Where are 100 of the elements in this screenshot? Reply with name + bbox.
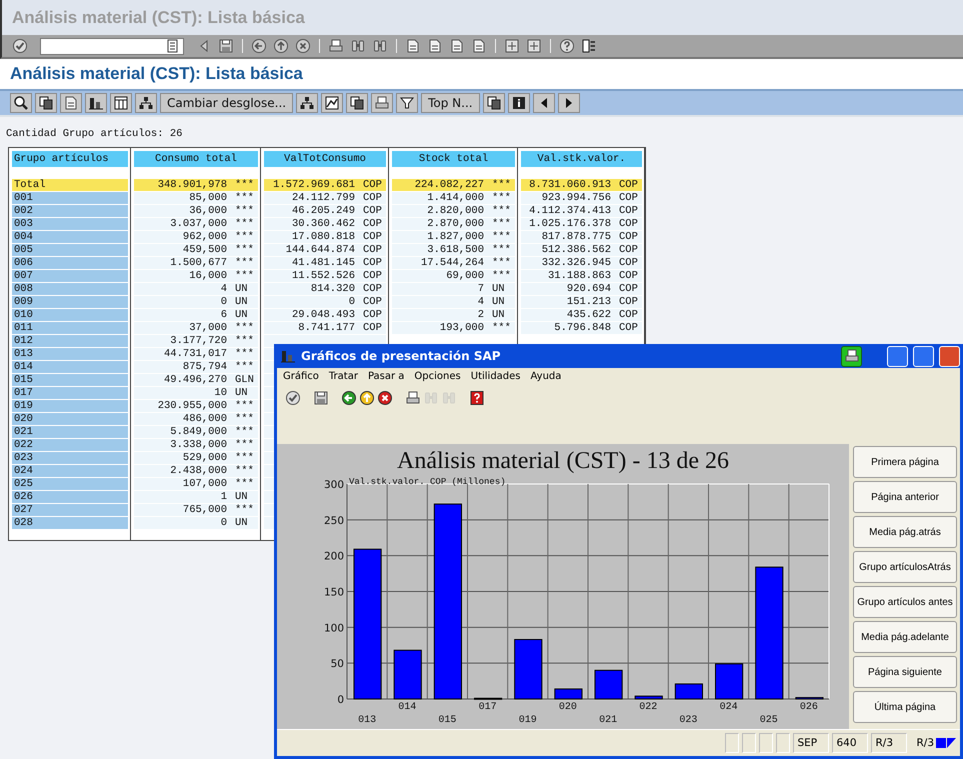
total-label: Total bbox=[12, 179, 128, 192]
help-icon[interactable] bbox=[469, 390, 485, 406]
copy-icon bbox=[38, 95, 54, 111]
column-header[interactable]: Val.stk.valor. bbox=[521, 151, 642, 167]
nav-button[interactable]: Grupo artículos antes bbox=[853, 586, 957, 618]
menu-item[interactable]: Gráfico bbox=[283, 371, 319, 383]
nav-button[interactable]: Primera página bbox=[853, 446, 957, 478]
y-tick-label: 50 bbox=[330, 658, 344, 670]
up-icon[interactable] bbox=[359, 390, 375, 406]
magnifier-icon bbox=[13, 95, 29, 111]
minimize-button[interactable] bbox=[887, 346, 908, 366]
back-icon[interactable] bbox=[341, 390, 357, 406]
save-icon[interactable] bbox=[313, 390, 329, 406]
next-page-icon[interactable] bbox=[449, 38, 465, 54]
toolbar-button[interactable] bbox=[508, 93, 530, 113]
column-header[interactable]: Stock total bbox=[392, 151, 515, 167]
hierarchy-icon bbox=[299, 95, 316, 111]
bar bbox=[715, 663, 744, 700]
top-n-button[interactable]: Top N... bbox=[421, 93, 480, 113]
column-header[interactable]: ValTotConsumo bbox=[264, 151, 386, 167]
table-cell: 814.320 COP bbox=[264, 283, 386, 296]
hierarchy-icon bbox=[138, 95, 154, 111]
table-cell: 0 UN bbox=[134, 296, 258, 309]
group-cell: 004 bbox=[12, 231, 128, 244]
toolbar-button[interactable] bbox=[85, 93, 107, 113]
table-cell: 30.360.462 COP bbox=[264, 218, 386, 231]
nav-button[interactable]: Grupo artículosAtrás bbox=[853, 551, 957, 583]
table-cell: 4 UN bbox=[134, 283, 258, 296]
nav-button[interactable]: Media pág.atrás bbox=[853, 516, 957, 548]
print-icon[interactable] bbox=[405, 390, 421, 406]
column-header[interactable]: Consumo total bbox=[134, 151, 258, 167]
print-icon[interactable] bbox=[328, 38, 344, 54]
toolbar-button[interactable] bbox=[296, 93, 318, 113]
save-icon[interactable] bbox=[218, 38, 234, 54]
nav-button[interactable]: Última página bbox=[853, 691, 957, 723]
toolbar-button[interactable] bbox=[10, 93, 32, 113]
group-cell: 012 bbox=[12, 335, 128, 348]
toolbar-button[interactable] bbox=[35, 93, 57, 113]
check-icon[interactable] bbox=[285, 390, 301, 406]
close-button[interactable] bbox=[939, 346, 960, 366]
app-icon bbox=[280, 348, 296, 364]
toolbar-button[interactable] bbox=[110, 93, 132, 113]
print-button[interactable] bbox=[841, 346, 862, 366]
x-tick-label: 025 bbox=[760, 715, 778, 726]
table-cell: 2 UN bbox=[392, 309, 515, 322]
menu-item[interactable]: Pasar a bbox=[368, 371, 404, 383]
status-field: SEP bbox=[793, 733, 830, 753]
toolbar-button[interactable] bbox=[532, 93, 555, 113]
print-icon bbox=[374, 95, 390, 111]
previous-page-icon[interactable] bbox=[427, 38, 443, 54]
group-cell: 014 bbox=[12, 361, 128, 374]
menu-item[interactable]: Utilidades bbox=[470, 371, 521, 383]
status-icon bbox=[936, 737, 956, 749]
x-tick-label: 013 bbox=[358, 715, 376, 726]
group-cell: 001 bbox=[12, 192, 128, 205]
find-next-icon[interactable] bbox=[372, 38, 388, 54]
printer-icon bbox=[844, 348, 860, 364]
table-cell: 875,794 *** bbox=[134, 361, 258, 374]
menu-item[interactable]: Ayuda bbox=[530, 371, 562, 383]
toolbar-button[interactable] bbox=[135, 93, 157, 113]
maximize-button[interactable] bbox=[913, 346, 934, 366]
toolbar-button[interactable] bbox=[60, 93, 82, 113]
status-field: R/3 bbox=[871, 733, 908, 753]
table-cell: 486,000 *** bbox=[134, 413, 258, 426]
toolbar-button[interactable] bbox=[371, 93, 394, 113]
window-title: Análisis material (CST): Lista básica bbox=[12, 8, 305, 28]
table-cell: 0 COP bbox=[264, 296, 386, 309]
toolbar-button[interactable] bbox=[346, 93, 368, 113]
layout-icon[interactable] bbox=[581, 38, 597, 54]
table-cell: 2.870,000 *** bbox=[392, 218, 515, 231]
find-icon[interactable] bbox=[350, 38, 366, 54]
x-tick-label: 019 bbox=[518, 715, 537, 726]
table-cell: 69,000 *** bbox=[392, 270, 515, 283]
system-label: R/3 bbox=[916, 737, 934, 749]
x-tick-label: 017 bbox=[478, 702, 497, 713]
toolbar-button[interactable] bbox=[396, 93, 418, 113]
new-session-icon[interactable] bbox=[504, 38, 520, 54]
breakdown-button[interactable]: Cambiar desglose... bbox=[160, 93, 294, 113]
menu-item[interactable]: Tratar bbox=[328, 371, 358, 383]
table-cell: 923.994.756 COP bbox=[521, 192, 642, 205]
shortcut-icon[interactable] bbox=[526, 38, 542, 54]
group-cell: 013 bbox=[12, 348, 128, 361]
check-icon[interactable] bbox=[12, 38, 28, 54]
first-page-icon[interactable] bbox=[405, 38, 421, 54]
last-page-icon[interactable] bbox=[471, 38, 487, 54]
group-cell: 019 bbox=[12, 400, 128, 413]
nav-button[interactable]: Página anterior bbox=[853, 481, 957, 513]
cancel-icon[interactable] bbox=[377, 390, 393, 406]
column-header[interactable]: Grupo artículos bbox=[12, 151, 128, 167]
table-cell: 1.025.176.378 COP bbox=[521, 218, 642, 231]
nav-button[interactable]: Media pág.adelante bbox=[853, 621, 957, 653]
help-icon[interactable] bbox=[559, 38, 575, 54]
nav-button[interactable]: Página siguiente bbox=[853, 656, 957, 688]
toolbar-button[interactable] bbox=[321, 93, 344, 113]
menu-item[interactable]: Opciones bbox=[414, 371, 461, 383]
command-field[interactable] bbox=[40, 38, 184, 54]
toolbar-button[interactable] bbox=[482, 93, 505, 113]
x-tick-label: 024 bbox=[720, 702, 738, 713]
toolbar-button[interactable] bbox=[558, 93, 580, 113]
y-tick-label: 0 bbox=[337, 694, 344, 706]
